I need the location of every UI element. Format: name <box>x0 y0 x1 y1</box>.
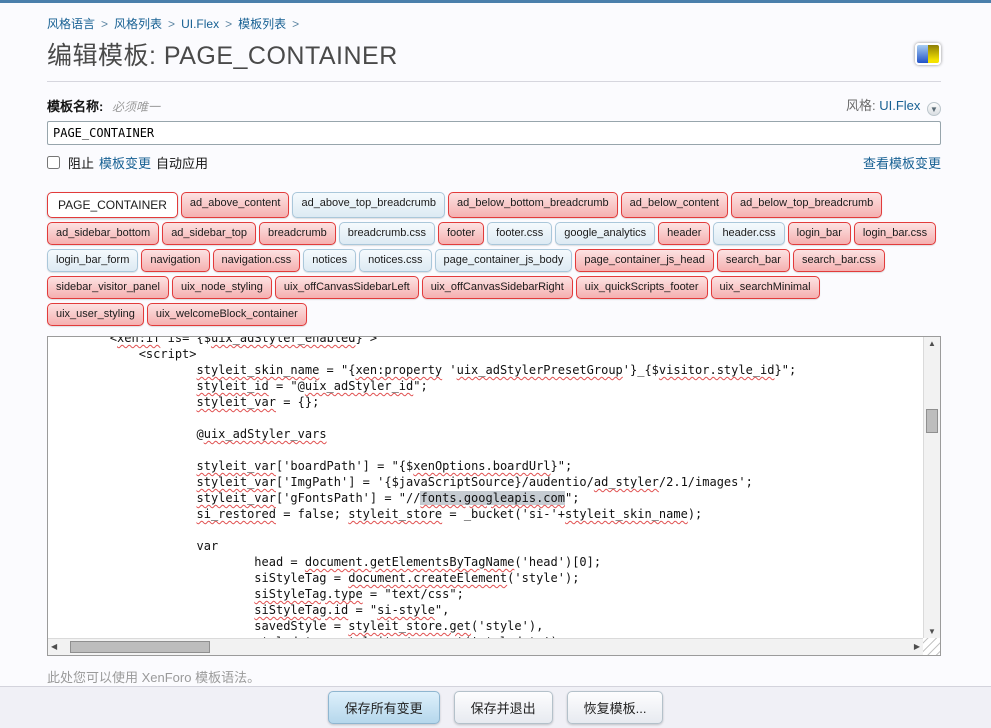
prevent-auto-apply-checkbox[interactable] <box>47 156 60 169</box>
vertical-scrollbar[interactable]: ▲ ▼ <box>923 337 940 638</box>
submit-bar: 保存所有变更保存并退出恢复模板... <box>0 686 991 728</box>
breadcrumb-link[interactable]: 风格列表 <box>114 17 162 31</box>
scroll-down-icon[interactable]: ▼ <box>924 627 940 636</box>
template-name-input[interactable] <box>47 121 941 145</box>
tab-login_bar.css[interactable]: login_bar.css <box>854 222 936 245</box>
tab-google_analytics[interactable]: google_analytics <box>555 222 655 245</box>
breadcrumb-link[interactable]: 风格语言 <box>47 17 95 31</box>
tab-notices.css[interactable]: notices.css <box>359 249 431 272</box>
tab-ad_sidebar_bottom[interactable]: ad_sidebar_bottom <box>47 222 159 245</box>
page-title: 编辑模板: PAGE_CONTAINER <box>47 36 398 72</box>
breadcrumb-link[interactable]: 模板列表 <box>238 17 286 31</box>
tab-ad_sidebar_top[interactable]: ad_sidebar_top <box>162 222 256 245</box>
tab-row: ad_sidebar_bottomad_sidebar_topbreadcrum… <box>47 222 941 245</box>
button-保存并退出[interactable]: 保存并退出 <box>454 691 553 724</box>
code-content: <xen:if is="{$uix_adStyler_enabled}"> <s… <box>52 337 923 638</box>
palette-yellow-half <box>928 45 939 63</box>
tab-row: login_bar_formnavigationnavigation.cssno… <box>47 249 941 272</box>
tab-sidebar_visitor_panel[interactable]: sidebar_visitor_panel <box>47 276 169 299</box>
tab-PAGE_CONTAINER[interactable]: PAGE_CONTAINER <box>47 192 178 218</box>
tab-uix_quickScripts_footer[interactable]: uix_quickScripts_footer <box>576 276 708 299</box>
vertical-scroll-thumb[interactable] <box>926 409 938 433</box>
tab-login_bar[interactable]: login_bar <box>788 222 851 245</box>
tab-uix_node_styling[interactable]: uix_node_styling <box>172 276 272 299</box>
tab-ad_above_content[interactable]: ad_above_content <box>181 192 290 218</box>
tab-page_container_js_body[interactable]: page_container_js_body <box>435 249 573 272</box>
tab-row: uix_user_stylinguix_welcomeBlock_contain… <box>47 303 941 326</box>
style-label: 风格: <box>846 98 876 113</box>
tab-search_bar.css[interactable]: search_bar.css <box>793 249 885 272</box>
tab-navigation.css[interactable]: navigation.css <box>213 249 301 272</box>
resize-grip[interactable] <box>923 638 940 655</box>
breadcrumb-separator: > <box>225 17 232 31</box>
tab-ad_below_content[interactable]: ad_below_content <box>621 192 728 218</box>
template-tabs: PAGE_CONTAINERad_above_contentad_above_t… <box>47 192 941 326</box>
scroll-left-icon[interactable]: ◀ <box>51 642 57 651</box>
tab-row: PAGE_CONTAINERad_above_contentad_above_t… <box>47 192 941 218</box>
tab-notices[interactable]: notices <box>303 249 356 272</box>
template-name-row: 模板名称: 必须唯一 风格: UI.Flex ▼ <box>47 95 941 116</box>
tab-breadcrumb.css[interactable]: breadcrumb.css <box>339 222 435 245</box>
button-恢复模板...[interactable]: 恢复模板... <box>567 691 664 724</box>
options-row: 阻止 模板变更 自动应用 查看模板变更 <box>47 153 941 172</box>
horizontal-scrollbar[interactable]: ◀ ▶ <box>48 638 923 655</box>
breadcrumb: 风格语言 > 风格列表 > UI.Flex > 模板列表 > <box>47 15 941 32</box>
tab-footer[interactable]: footer <box>438 222 484 245</box>
view-template-changes-link[interactable]: 查看模板变更 <box>863 153 941 172</box>
tab-uix_offCanvasSidebarRight[interactable]: uix_offCanvasSidebarRight <box>422 276 573 299</box>
tab-row: sidebar_visitor_paneluix_node_stylinguix… <box>47 276 941 299</box>
breadcrumb-separator: > <box>101 17 108 31</box>
tab-ad_above_top_breadcrumb[interactable]: ad_above_top_breadcrumb <box>292 192 445 218</box>
tab-uix_offCanvasSidebarLeft[interactable]: uix_offCanvasSidebarLeft <box>275 276 419 299</box>
breadcrumb-separator: > <box>168 17 175 31</box>
style-palette-icon[interactable] <box>915 43 941 65</box>
tab-uix_searchMinimal[interactable]: uix_searchMinimal <box>711 276 820 299</box>
tab-ad_below_top_breadcrumb[interactable]: ad_below_top_breadcrumb <box>731 192 882 218</box>
scroll-right-icon[interactable]: ▶ <box>914 642 920 651</box>
button-保存所有变更[interactable]: 保存所有变更 <box>328 691 440 724</box>
tab-login_bar_form[interactable]: login_bar_form <box>47 249 138 272</box>
tab-uix_welcomeBlock_container[interactable]: uix_welcomeBlock_container <box>147 303 307 326</box>
syntax-hint: 此处您可以使用 XenForo 模板语法。 <box>47 667 941 686</box>
scroll-up-icon[interactable]: ▲ <box>924 339 940 348</box>
tab-header[interactable]: header <box>658 222 710 245</box>
tab-page_container_js_head[interactable]: page_container_js_head <box>575 249 714 272</box>
style-chooser-link[interactable]: UI.Flex <box>879 98 920 113</box>
prevent-auto-apply-label: 阻止 模板变更 自动应用 <box>47 153 208 172</box>
chevron-down-icon[interactable]: ▼ <box>927 102 941 116</box>
tab-ad_below_bottom_breadcrumb[interactable]: ad_below_bottom_breadcrumb <box>448 192 618 218</box>
tab-uix_user_styling[interactable]: uix_user_styling <box>47 303 144 326</box>
prevent-suffix: 自动应用 <box>156 153 208 172</box>
tab-header.css[interactable]: header.css <box>713 222 784 245</box>
tab-footer.css[interactable]: footer.css <box>487 222 552 245</box>
template-name-label: 模板名称: <box>47 99 103 114</box>
palette-blue-half <box>917 45 928 63</box>
template-code-textarea[interactable]: <xen:if is="{$uix_adStyler_enabled}"> <s… <box>48 337 923 638</box>
tab-navigation[interactable]: navigation <box>141 249 209 272</box>
code-editor: <xen:if is="{$uix_adStyler_enabled}"> <s… <box>47 336 941 656</box>
template-name-hint: 必须唯一 <box>112 100 160 114</box>
breadcrumb-separator: > <box>292 17 299 31</box>
tab-breadcrumb[interactable]: breadcrumb <box>259 222 336 245</box>
prevent-prefix: 阻止 <box>68 153 94 172</box>
title-bar: 编辑模板: PAGE_CONTAINER <box>47 32 941 82</box>
breadcrumb-link[interactable]: UI.Flex <box>181 17 219 31</box>
template-changes-link[interactable]: 模板变更 <box>99 153 151 172</box>
horizontal-scroll-thumb[interactable] <box>70 641 210 653</box>
tab-search_bar[interactable]: search_bar <box>717 249 790 272</box>
